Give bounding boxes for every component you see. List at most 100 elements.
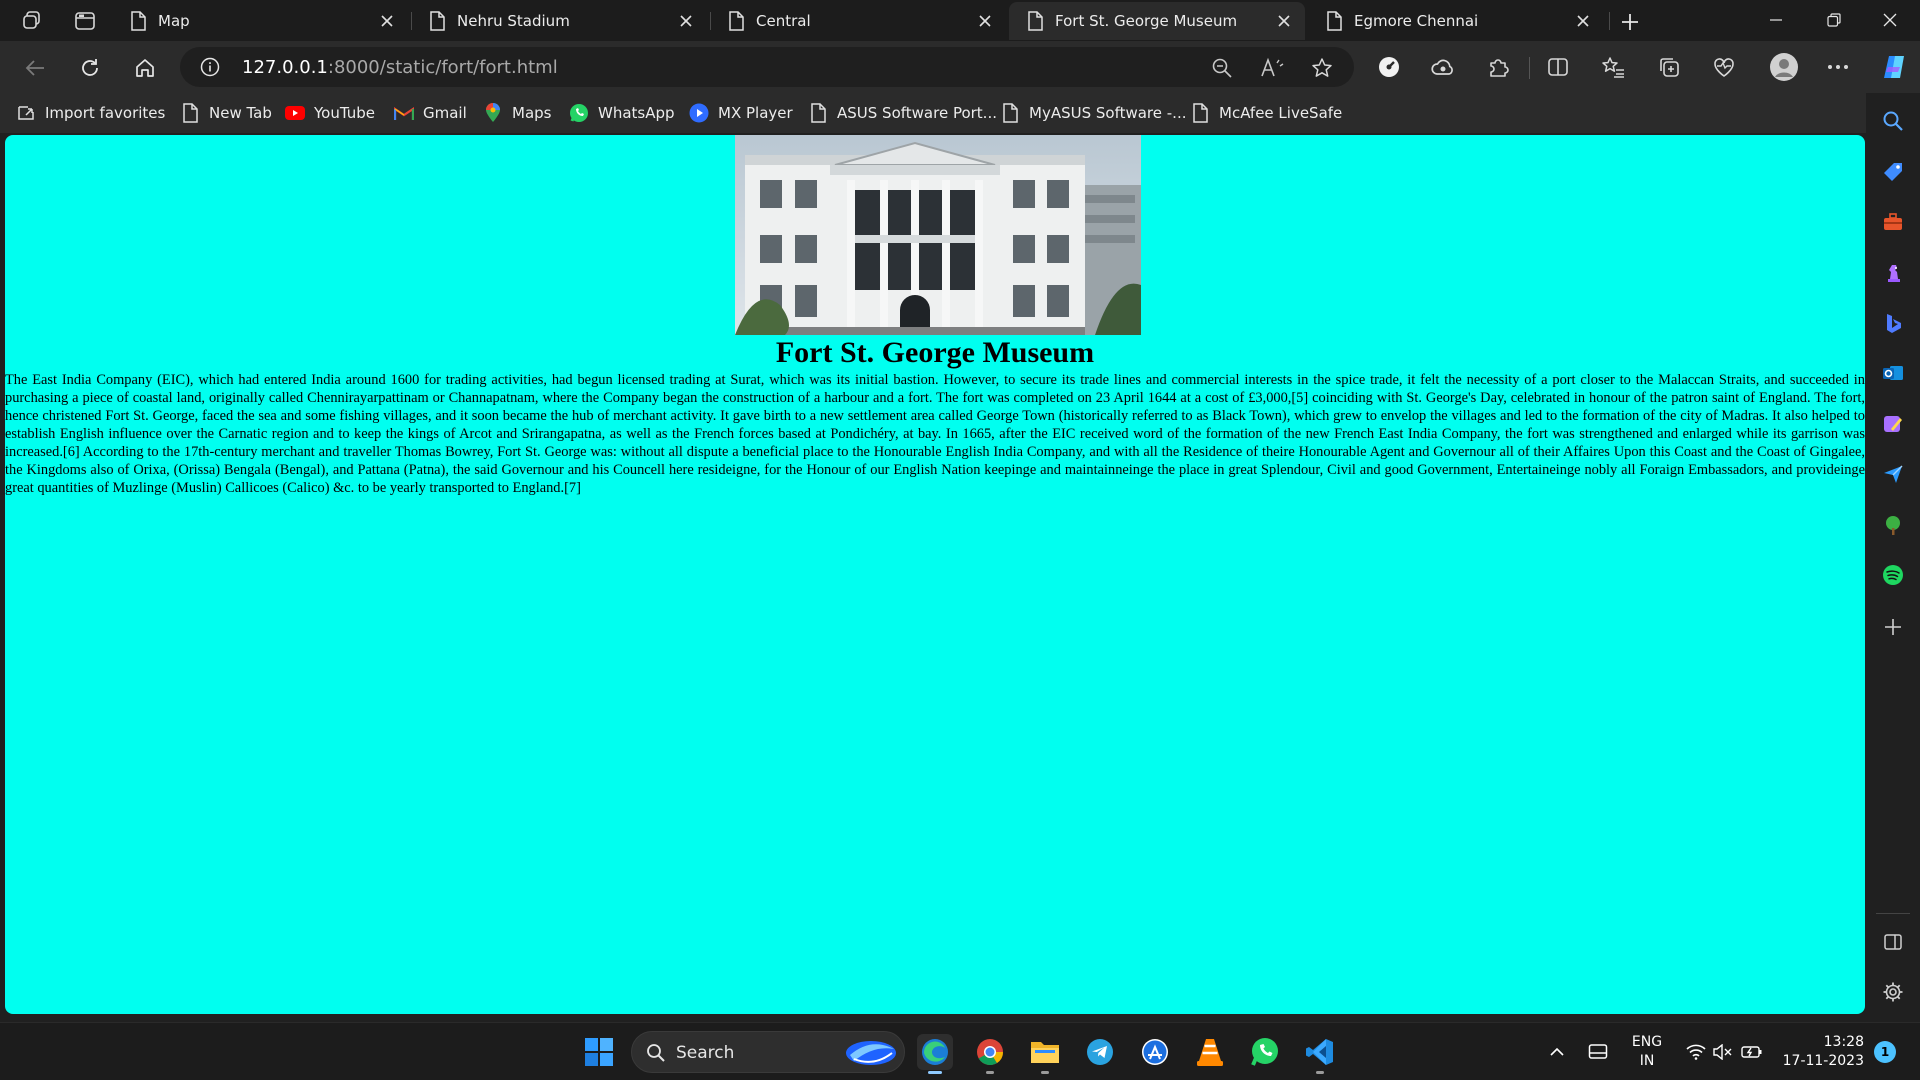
address-bar[interactable]: 127.0.0.1:8000/static/fort/fort.html	[180, 47, 1354, 87]
sidebar-hide-button[interactable]	[1879, 928, 1907, 956]
tab-central[interactable]: Central	[710, 2, 1006, 40]
sidebar-designer-button[interactable]	[1879, 410, 1907, 438]
page-icon	[1327, 11, 1342, 31]
favorites-button[interactable]	[1598, 52, 1628, 82]
favorite-maps[interactable]: Maps	[483, 101, 551, 125]
read-aloud-button[interactable]	[1260, 56, 1284, 80]
tray-network[interactable]	[1683, 1023, 1709, 1080]
heart-pulse-icon	[1714, 58, 1734, 77]
close-window-button[interactable]	[1862, 0, 1918, 40]
sidebar-games-button[interactable]	[1879, 259, 1907, 287]
more-options-button[interactable]	[1823, 52, 1853, 82]
chevron-up-icon	[1550, 1047, 1564, 1056]
import-icon	[16, 103, 36, 123]
minimize-button[interactable]	[1748, 0, 1804, 40]
search-icon	[647, 1044, 665, 1062]
taskbar-whatsapp[interactable]	[1247, 1034, 1283, 1070]
outlook-icon	[1883, 366, 1903, 380]
taskbar: Search ENG IN 13:28 17-11-2023 1	[0, 1022, 1920, 1080]
close-icon[interactable]	[974, 10, 996, 32]
close-icon[interactable]	[1572, 10, 1594, 32]
app-store-icon	[1142, 1039, 1168, 1065]
page-icon	[1000, 103, 1020, 123]
profile-button[interactable]	[1767, 50, 1801, 84]
start-button[interactable]	[581, 1034, 617, 1070]
puzzle-icon	[1490, 59, 1509, 77]
favorite-myasus-software[interactable]: MyASUS Software -...	[1000, 101, 1186, 125]
split-screen-button[interactable]	[1543, 52, 1573, 82]
browser-health-button[interactable]	[1709, 52, 1739, 82]
show-hidden-icons-button[interactable]	[1544, 1023, 1570, 1080]
tab-label: Fort St. George Museum	[1055, 12, 1238, 30]
whatsapp-icon	[569, 103, 589, 123]
taskbar-file-explorer[interactable]	[1027, 1034, 1063, 1074]
toolbar-divider	[1529, 57, 1530, 79]
copilot-button[interactable]	[1878, 51, 1910, 83]
tray-volume[interactable]	[1710, 1023, 1736, 1080]
favorite-asus-software-portal[interactable]: ASUS Software Port...	[808, 101, 997, 125]
favorite-whatsapp[interactable]: WhatsApp	[569, 101, 675, 125]
sidebar-tree-button[interactable]	[1879, 511, 1907, 539]
extensions-button[interactable]	[1483, 52, 1513, 82]
new-tab-button[interactable]	[1616, 8, 1644, 36]
taskbar-edge[interactable]	[917, 1034, 953, 1074]
home-button[interactable]	[130, 53, 160, 83]
favorite-mx-player[interactable]: MX Player	[689, 101, 793, 125]
tab-map[interactable]: Map	[112, 2, 408, 40]
mx-player-icon	[689, 103, 709, 123]
tab-fort-st-george-museum[interactable]: Fort St. George Museum	[1009, 2, 1305, 40]
close-icon[interactable]	[1273, 10, 1295, 32]
sidebar-search-button[interactable]	[1879, 107, 1907, 135]
page-icon	[808, 103, 828, 123]
refresh-button[interactable]	[75, 53, 105, 83]
collections-button[interactable]	[1654, 52, 1684, 82]
info-icon[interactable]	[200, 57, 220, 77]
sidebar-tools-button[interactable]	[1879, 208, 1907, 236]
favorite-new-tab[interactable]: New Tab	[180, 101, 272, 125]
close-icon[interactable]	[675, 10, 697, 32]
running-indicator	[1316, 1071, 1324, 1074]
sidebar-add-button[interactable]	[1879, 613, 1907, 641]
favorite-youtube[interactable]: YouTube	[285, 101, 375, 125]
url-text[interactable]: 127.0.0.1:8000/static/fort/fort.html	[242, 57, 558, 78]
sidebar-settings-button[interactable]	[1879, 978, 1907, 1006]
favorite-mcafee-livesafe[interactable]: McAfee LiveSafe	[1190, 101, 1342, 125]
taskbar-app-store[interactable]	[1137, 1034, 1173, 1070]
sidebar-copilot-button[interactable]	[1879, 309, 1907, 337]
input-language[interactable]: ENG IN	[1618, 1033, 1676, 1071]
favorite-button[interactable]	[1310, 56, 1334, 80]
extension-button[interactable]	[1428, 52, 1458, 82]
running-indicator	[928, 1071, 942, 1074]
running-indicator	[986, 1071, 994, 1074]
tab-actions-icon[interactable]	[72, 8, 98, 34]
notification-badge[interactable]: 1	[1874, 1041, 1896, 1063]
favorite-label: Import favorites	[45, 104, 166, 122]
favorite-gmail[interactable]: Gmail	[394, 101, 467, 125]
zoom-button[interactable]	[1210, 56, 1234, 80]
favorite-label: MX Player	[718, 104, 793, 122]
taskbar-vlc[interactable]	[1192, 1034, 1228, 1070]
taskbar-chrome[interactable]	[972, 1034, 1008, 1074]
sidebar-drop-button[interactable]	[1879, 460, 1907, 488]
sidebar-spotify-button[interactable]	[1879, 561, 1907, 589]
back-button[interactable]	[20, 53, 50, 83]
sidebar-shopping-button[interactable]	[1879, 158, 1907, 186]
tab-nehru-stadium[interactable]: Nehru Stadium	[411, 2, 707, 40]
taskbar-vscode[interactable]	[1302, 1034, 1338, 1074]
favorite-import-favorites[interactable]: Import favorites	[16, 101, 165, 125]
taskbar-search[interactable]: Search	[631, 1031, 905, 1073]
taskbar-telegram[interactable]	[1082, 1034, 1118, 1070]
tab-egmore-chennai[interactable]: Egmore Chennai	[1308, 2, 1604, 40]
page-icon	[729, 11, 744, 31]
sidebar-outlook-button[interactable]	[1879, 359, 1907, 387]
web-page: Fort St. George Museum The East India Co…	[5, 135, 1865, 1014]
clock[interactable]: 13:28 17-11-2023	[1770, 1033, 1864, 1071]
tray-display-button[interactable]	[1584, 1023, 1612, 1080]
tray-battery[interactable]	[1738, 1023, 1766, 1080]
plus-icon	[1885, 619, 1901, 635]
close-icon[interactable]	[376, 10, 398, 32]
workspaces-icon[interactable]	[20, 8, 46, 34]
restore-button[interactable]	[1806, 0, 1862, 40]
browser-essentials-button[interactable]	[1374, 52, 1404, 82]
chess-piece-icon	[1888, 265, 1900, 282]
